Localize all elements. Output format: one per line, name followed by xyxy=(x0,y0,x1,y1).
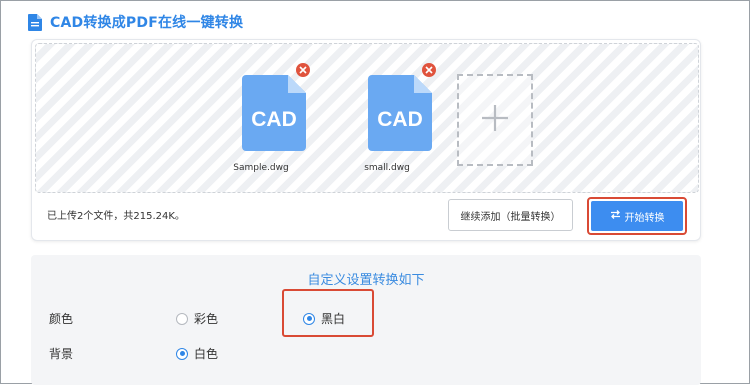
document-icon xyxy=(28,13,42,31)
radio-label: 白色 xyxy=(194,347,219,361)
upload-card: CAD Sample.dwg CAD small.dwg 已上传2个文件，共21… xyxy=(31,39,701,241)
color-option-color[interactable]: 彩色 xyxy=(176,310,218,327)
plus-icon xyxy=(480,103,510,137)
cad-file-icon: CAD xyxy=(368,75,432,155)
file-item: CAD Sample.dwg xyxy=(216,63,310,181)
cad-file-icon: CAD xyxy=(242,75,306,155)
convert-icon xyxy=(610,209,621,223)
cad-icon-text: CAD xyxy=(251,108,297,131)
radio-white[interactable] xyxy=(176,347,188,360)
delete-icon[interactable] xyxy=(296,63,310,77)
background-option-white[interactable]: 白色 xyxy=(176,345,218,362)
add-more-button[interactable]: 继续添加（批量转换） xyxy=(448,199,573,231)
upload-status: 已上传2个文件，共215.24K。 xyxy=(47,211,185,222)
delete-icon[interactable] xyxy=(422,63,436,77)
drop-zone[interactable]: CAD Sample.dwg CAD small.dwg xyxy=(35,43,699,193)
add-file-button[interactable] xyxy=(457,74,533,166)
radio-label: 彩色 xyxy=(194,312,219,326)
color-label: 颜色 xyxy=(49,312,74,326)
settings-title: 自定义设置转换如下 xyxy=(307,273,425,288)
page-title: CAD转换成PDF在线一键转换 xyxy=(50,15,244,31)
bw-option-highlight xyxy=(282,289,374,337)
cad-icon-text: CAD xyxy=(377,108,423,131)
app-window: CAD转换成PDF在线一键转换 CAD Sample.dwg CAD small… xyxy=(0,0,750,385)
start-convert-button[interactable]: 开始转换 xyxy=(591,201,683,231)
file-name: Sample.dwg xyxy=(233,163,289,173)
background-label: 背景 xyxy=(49,347,74,361)
file-item: CAD small.dwg xyxy=(342,63,436,181)
radio-color[interactable] xyxy=(176,312,188,325)
page-header: CAD转换成PDF在线一键转换 xyxy=(28,11,243,33)
file-name: small.dwg xyxy=(364,163,410,173)
start-button-highlight: 开始转换 xyxy=(587,197,687,235)
start-convert-label: 开始转换 xyxy=(624,212,665,224)
